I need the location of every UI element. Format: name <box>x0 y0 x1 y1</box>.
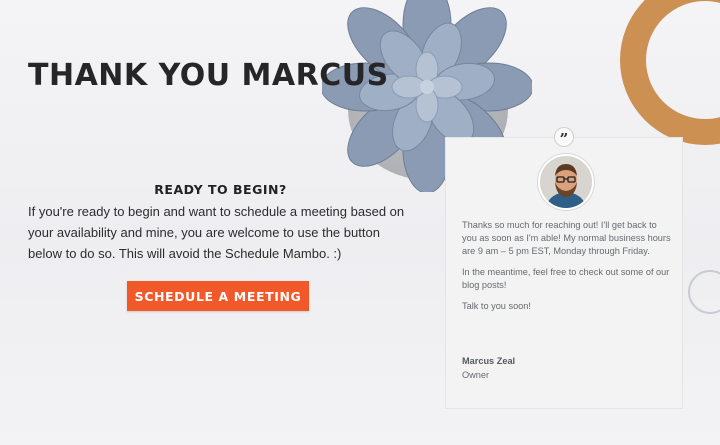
message-paragraph: In the meantime, feel free to check out … <box>462 267 670 290</box>
message-paragraph: Talk to you soon! <box>462 301 531 311</box>
signature-name: Marcus Zeal <box>462 356 516 366</box>
signature-role: Owner <box>462 370 490 380</box>
eyeglasses-decoration <box>688 270 720 314</box>
message-body: Thanks so much for reaching out! I'll ge… <box>462 219 674 321</box>
ready-section: READY TO BEGIN? If you're ready to begin… <box>28 182 413 264</box>
ready-description: If you're ready to begin and want to sch… <box>28 204 405 261</box>
page-title: THANK YOU MARCUS <box>28 58 389 93</box>
thank-you-page: THANK YOU MARCUS READY TO BEGIN? If you'… <box>0 0 720 445</box>
schedule-meeting-button[interactable]: SCHEDULE A MEETING <box>127 281 309 311</box>
avatar <box>538 154 594 210</box>
message-paragraph: Thanks so much for reaching out! I'll ge… <box>462 220 671 256</box>
ready-heading: READY TO BEGIN? <box>154 182 287 197</box>
person-portrait-icon <box>540 156 592 208</box>
quote-icon: ” <box>554 127 574 148</box>
wooden-bowl-decoration <box>620 0 720 145</box>
